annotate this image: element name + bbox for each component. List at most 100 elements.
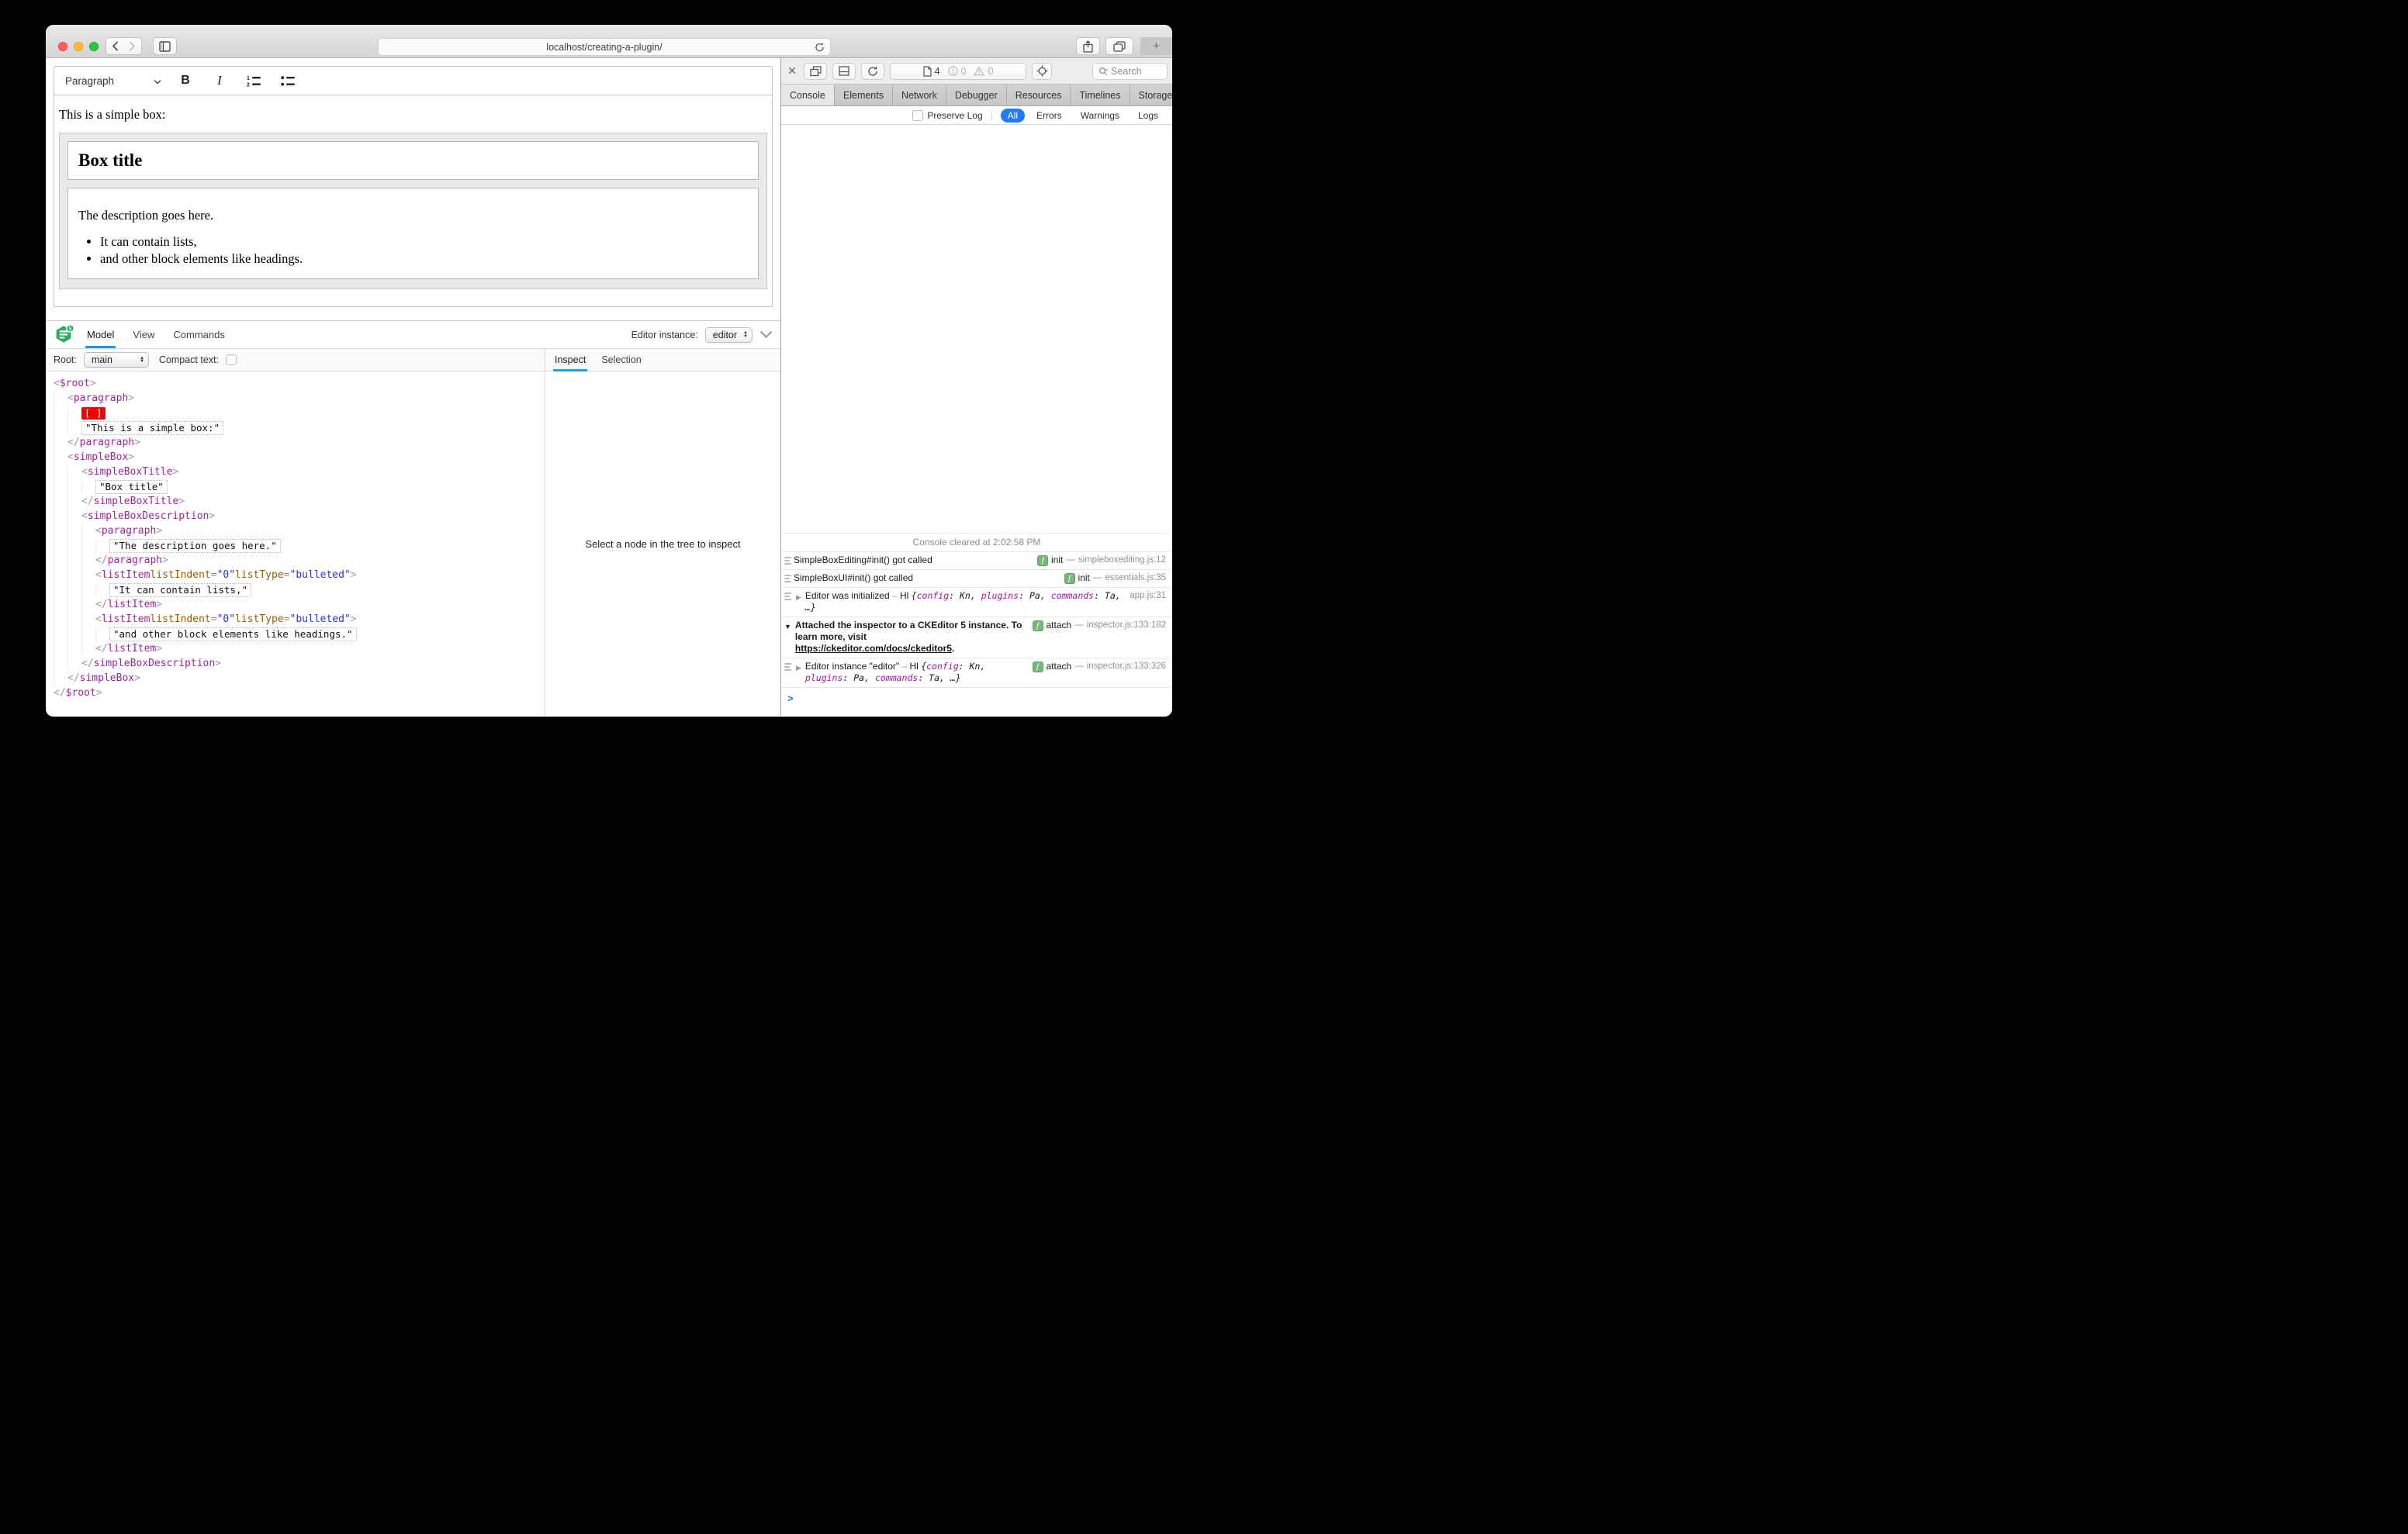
close-devtools-button[interactable]: ✕ <box>786 64 798 78</box>
tree-node[interactable]: < simpleBoxDescription > <box>54 509 545 523</box>
source-link[interactable]: app.js:31 <box>1130 590 1166 602</box>
disclosure-open-icon[interactable]: ▼ <box>784 621 791 633</box>
console-scope-all[interactable]: All <box>1000 108 1026 123</box>
message-link[interactable]: https://ckeditor.com/docs/ckeditor5 <box>795 643 952 654</box>
italic-button[interactable]: I <box>209 71 230 91</box>
dock-bottom-button[interactable] <box>832 62 856 80</box>
editor-instance-select[interactable]: editor ▲ ▼ <box>704 326 752 343</box>
devtools-tab-resources[interactable]: Resources <box>1007 85 1071 105</box>
share-button[interactable] <box>1076 37 1100 55</box>
devtools-tab-elements[interactable]: Elements <box>835 85 893 105</box>
console-scope-errors[interactable]: Errors <box>1029 109 1069 123</box>
source-link[interactable]: inspector.js:133:182 <box>1087 620 1166 631</box>
inspector-tab-commands[interactable]: Commands <box>171 321 226 348</box>
tree-node[interactable]: < $root > <box>54 376 545 391</box>
tree-node[interactable]: < simpleBoxTitle > <box>54 465 545 479</box>
disclosure-closed-icon[interactable]: ▶ <box>796 662 801 674</box>
preserve-log-option[interactable]: Preserve Log <box>912 109 983 121</box>
error-count: 0 <box>960 65 967 77</box>
tree-node[interactable]: </simpleBoxDescription > <box>54 656 545 671</box>
console-scope-warnings[interactable]: Warnings <box>1074 109 1126 123</box>
editor-content[interactable]: This is a simple box: Box title The desc… <box>54 95 773 307</box>
reload-icon[interactable] <box>815 42 825 55</box>
tree-node[interactable]: < simpleBox > <box>54 450 545 465</box>
ckeditor: Paragraph B I 1 2 This is a simple box: … <box>54 66 773 307</box>
source-link[interactable]: inspector.js:133:326 <box>1087 661 1166 672</box>
disclosure-closed-icon[interactable]: ▶ <box>796 592 801 603</box>
back-button[interactable] <box>106 37 124 55</box>
tree-node[interactable]: "Box title" <box>54 479 545 494</box>
editor-paragraph[interactable]: This is a simple box: <box>59 105 767 124</box>
devtools-tab-console[interactable]: Console <box>781 85 835 105</box>
tree-node[interactable]: </$root > <box>54 686 545 700</box>
warning-count-cell[interactable]: 0 <box>974 66 993 77</box>
equals-sign: = <box>210 569 217 581</box>
forward-button[interactable] <box>123 37 142 55</box>
detach-devtools-button[interactable] <box>804 62 827 80</box>
resource-status-group[interactable]: 4 0 0 <box>890 62 1026 80</box>
zoom-window-button[interactable] <box>89 42 99 51</box>
devtools-search-field[interactable]: Search <box>1092 62 1168 80</box>
tree-node[interactable]: < listItem listIndent = "0" listType = "bulle… <box>54 568 545 582</box>
console-message[interactable]: SimpleBoxUI#init() got called f init — essen… <box>781 570 1172 588</box>
paragraph-style-dropdown[interactable]: Paragraph <box>65 75 161 87</box>
simple-box-title[interactable]: Box title <box>67 141 759 180</box>
list-item[interactable]: and other block elements like headings. <box>100 251 748 266</box>
tree-node[interactable]: < listItem listIndent = "0" listType = "bulle… <box>54 612 545 627</box>
indent-guide <box>54 671 67 686</box>
devtools-tab-debugger[interactable]: Debugger <box>946 85 1007 105</box>
devtools-tab-timelines[interactable]: Timelines <box>1071 85 1130 105</box>
tree-node[interactable]: "It can contain lists," <box>54 582 545 597</box>
tree-node[interactable]: </listItem > <box>54 597 545 612</box>
inspect-tab-inspect[interactable]: Inspect <box>553 349 588 371</box>
inspector-tab-view[interactable]: View <box>131 321 156 348</box>
console-message[interactable]: ▼ Attached the inspector to a CKEditor 5 … <box>781 617 1172 658</box>
tree-node[interactable]: </paragraph > <box>54 553 545 568</box>
address-bar[interactable]: localhost/creating-a-plugin/ <box>378 38 831 56</box>
dash: — <box>1092 573 1102 582</box>
console-message[interactable]: SimpleBoxEditing#init() got called f init —… <box>781 552 1172 570</box>
page-resources-cell[interactable]: 4 <box>922 66 940 77</box>
devtools-tab-storage[interactable]: Storage <box>1130 85 1172 105</box>
tree-node[interactable]: </paragraph > <box>54 435 545 450</box>
console-message[interactable]: ▶ Editor was initialized – Hl {config: Kn… <box>781 588 1172 617</box>
source-link[interactable]: simpleboxediting.js:12 <box>1078 555 1166 566</box>
simple-box-description[interactable]: The description goes here. It can contai… <box>67 188 759 279</box>
bold-button[interactable]: B <box>175 71 195 91</box>
list-item[interactable]: It can contain lists, <box>100 234 748 249</box>
tag-name: simpleBoxTitle <box>93 496 179 507</box>
inspector-tab-model[interactable]: Model <box>85 321 116 348</box>
preserve-log-checkbox[interactable] <box>912 109 924 121</box>
source-link[interactable]: essentials.js:35 <box>1105 572 1166 584</box>
tree-node[interactable]: < paragraph > <box>54 523 545 538</box>
tree-node[interactable]: < paragraph > <box>54 391 545 406</box>
tree-node[interactable]: </simpleBox > <box>54 671 545 686</box>
tab-overview-button[interactable] <box>1105 37 1133 55</box>
tree-node[interactable]: [ ] <box>54 406 545 420</box>
minimize-window-button[interactable] <box>74 42 83 51</box>
description-paragraph[interactable]: The description goes here. <box>78 208 748 223</box>
tree-node[interactable]: "and other block elements like headings.… <box>54 627 545 641</box>
collapse-inspector-icon[interactable] <box>759 330 773 339</box>
new-tab-button[interactable]: + <box>1140 37 1172 55</box>
tree-node[interactable]: </listItem > <box>54 641 545 656</box>
inspect-tab-selection[interactable]: Selection <box>600 349 642 371</box>
numbered-list-button[interactable]: 1 2 <box>244 71 264 91</box>
root-select[interactable]: main ▲ ▼ <box>83 352 149 368</box>
tree-node[interactable]: "This is a simple box:" <box>54 420 545 435</box>
compact-text-checkbox[interactable] <box>226 354 237 365</box>
sidebar-toggle-button[interactable] <box>153 37 177 55</box>
console-prompt[interactable]: > <box>781 688 1172 716</box>
console-message[interactable]: ▶ Editor instance "editor" – Hl {config: … <box>781 658 1172 688</box>
tree-node[interactable]: </simpleBoxTitle > <box>54 494 545 509</box>
console-scope-logs[interactable]: Logs <box>1131 109 1165 123</box>
element-picker-button[interactable] <box>1032 62 1052 80</box>
simple-box-widget[interactable]: Box title The description goes here. It … <box>59 133 767 289</box>
bulleted-list-button[interactable] <box>278 71 298 91</box>
devtools-tab-network[interactable]: Network <box>893 85 946 105</box>
close-window-button[interactable] <box>58 42 67 51</box>
tree-node[interactable]: "The description goes here." <box>54 538 545 553</box>
reload-page-button[interactable] <box>861 62 884 80</box>
message-segment: : Kn, <box>949 590 981 601</box>
error-count-cell[interactable]: 0 <box>947 65 967 77</box>
